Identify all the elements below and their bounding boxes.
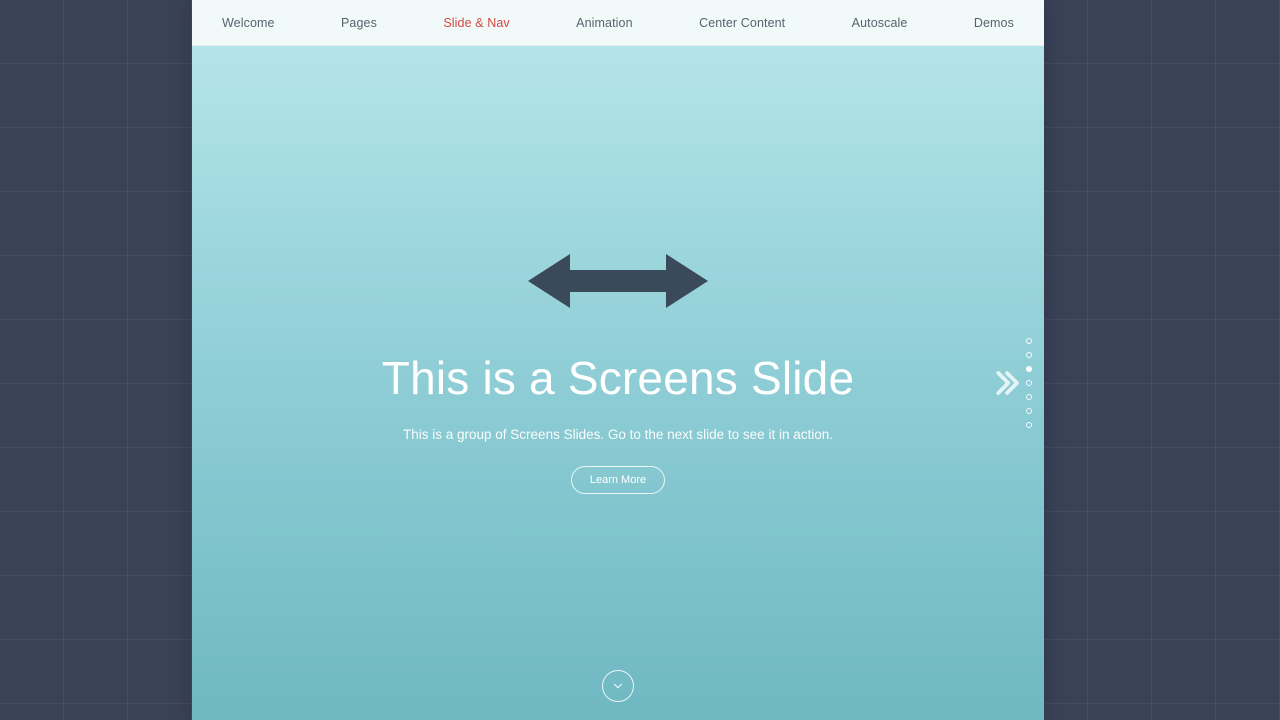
top-nav: Welcome Pages Slide & Nav Animation Cent… [192,0,1044,46]
nav-item-slide-and-nav[interactable]: Slide & Nav [443,16,509,30]
chevron-down-icon [611,679,625,693]
slide-content: This is a Screens Slide This is a group … [192,246,1044,494]
slide-title: This is a Screens Slide [192,351,1044,405]
learn-more-button[interactable]: Learn More [571,466,665,494]
scroll-down-button[interactable] [602,670,634,702]
pager-dot-3[interactable] [1026,366,1032,372]
double-arrow-icon [528,246,708,316]
pager-dot-4[interactable] [1026,380,1032,386]
nav-item-welcome[interactable]: Welcome [222,16,275,30]
app-window: Welcome Pages Slide & Nav Animation Cent… [192,0,1044,720]
pager-dot-5[interactable] [1026,394,1032,400]
pager-dot-1[interactable] [1026,338,1032,344]
chevrons-right-icon [992,368,1022,398]
slide-pager [1026,338,1032,428]
nav-item-animation[interactable]: Animation [576,16,633,30]
pager-dot-2[interactable] [1026,352,1032,358]
nav-item-center-content[interactable]: Center Content [699,16,785,30]
pager-dot-6[interactable] [1026,408,1032,414]
nav-item-demos[interactable]: Demos [974,16,1014,30]
slide-subtitle: This is a group of Screens Slides. Go to… [192,427,1044,442]
slide-area: This is a Screens Slide This is a group … [192,46,1044,720]
pager-dot-7[interactable] [1026,422,1032,428]
nav-item-pages[interactable]: Pages [341,16,377,30]
next-slide-button[interactable] [992,368,1022,398]
nav-item-autoscale[interactable]: Autoscale [852,16,908,30]
